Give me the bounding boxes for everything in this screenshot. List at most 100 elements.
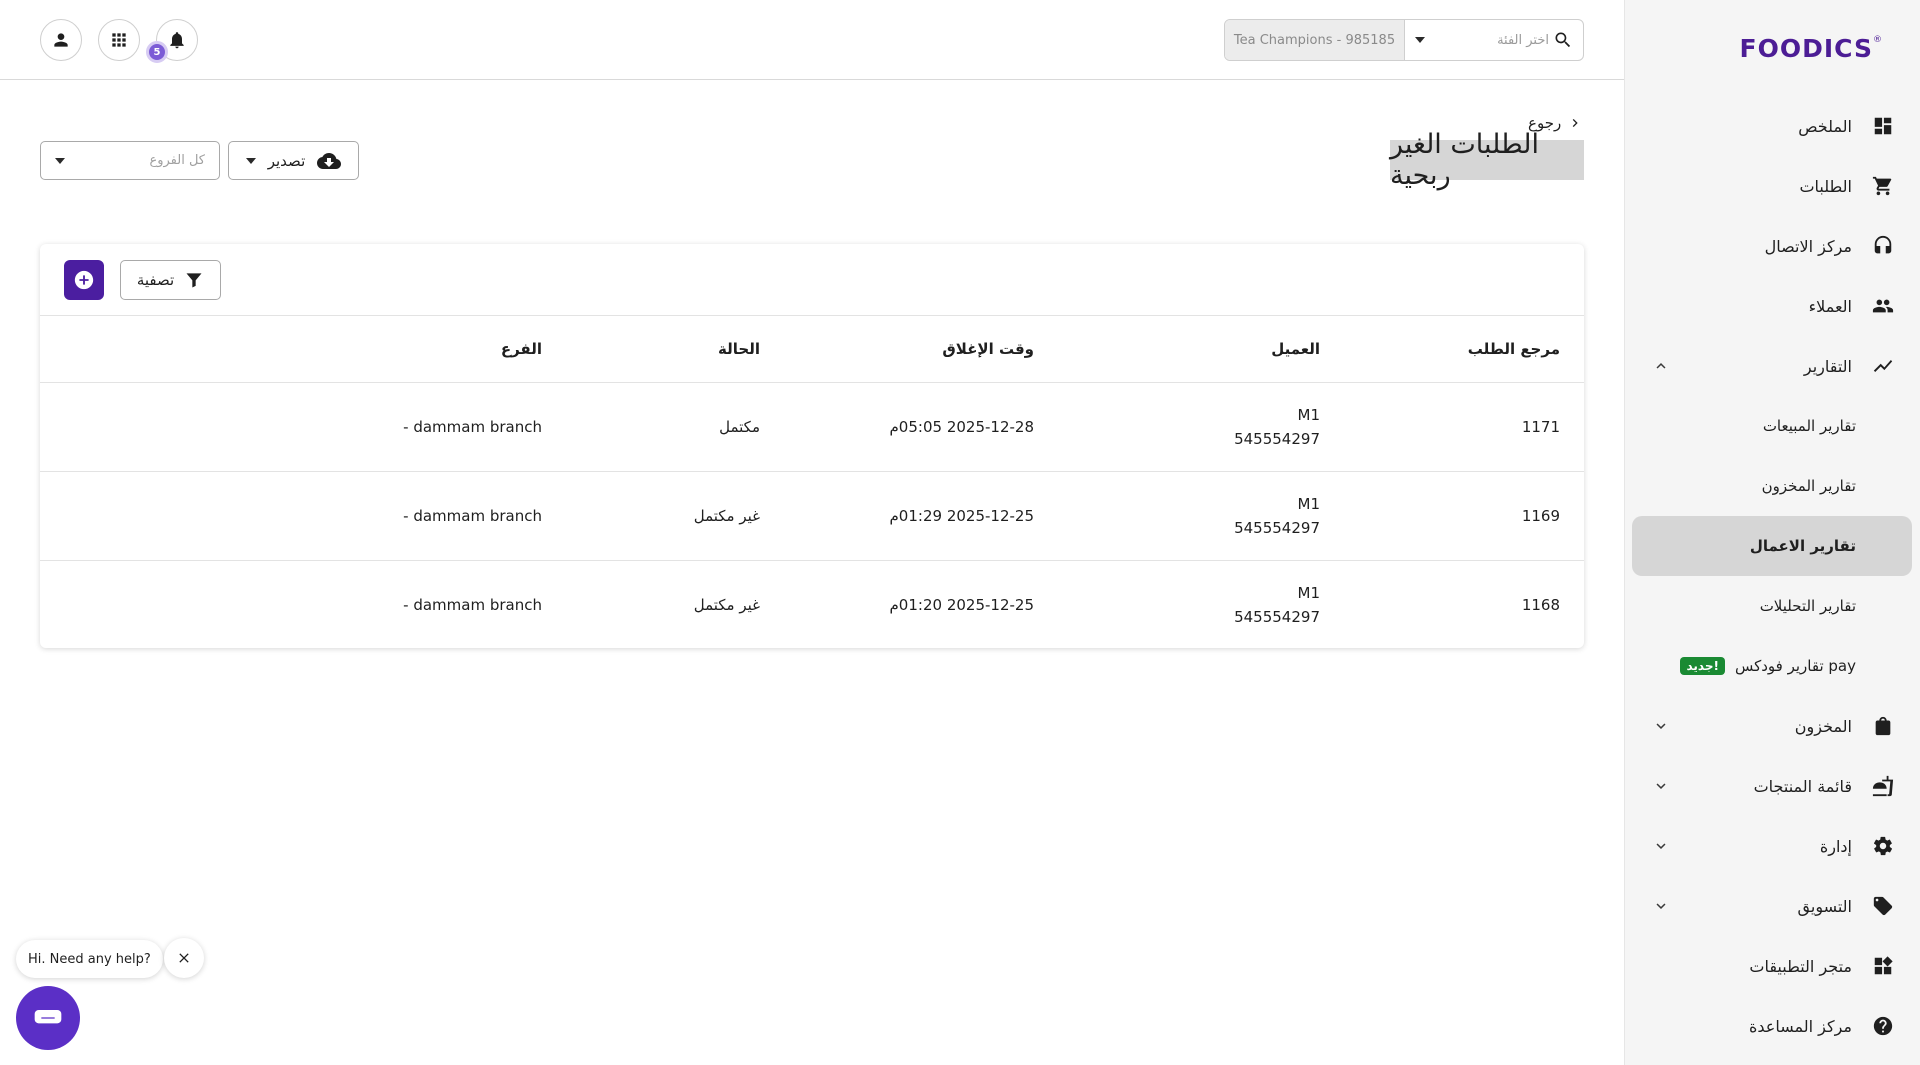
app-root: 5 Tea Champions - 985185 اختر الفئة رجوع… bbox=[0, 0, 1920, 1065]
filter-label: تصفية bbox=[136, 271, 175, 289]
sidebar-item-reports[interactable]: التقارير bbox=[1624, 336, 1920, 396]
tag-icon bbox=[1873, 896, 1893, 916]
table-row[interactable]: 1169 M1 545554297 2025-12-25 01:29م غير … bbox=[40, 471, 1584, 561]
chevron-down-icon bbox=[245, 157, 256, 164]
column-header-branch[interactable]: الفرع bbox=[40, 316, 542, 383]
gear-icon bbox=[1873, 836, 1893, 856]
customer-phone: 545554297 bbox=[1234, 518, 1320, 537]
cell-ref: 1171 bbox=[1320, 382, 1584, 472]
trend-icon bbox=[1873, 360, 1893, 372]
apps-grid-button[interactable] bbox=[98, 19, 140, 61]
sidebar-nav: الملخص الطلبات مركز الاتصال العملاء التق… bbox=[1624, 96, 1920, 1056]
chevron-down-icon bbox=[1656, 783, 1666, 789]
branch-value: Tea Champions - 985185 bbox=[1225, 20, 1405, 60]
sidebar-item-label: مركز الاتصال bbox=[1764, 236, 1852, 256]
table-row[interactable]: 1168 M1 545554297 2025-12-25 01:20م غير … bbox=[40, 560, 1584, 648]
cart-icon bbox=[1872, 176, 1892, 196]
sidebar-item-customers[interactable]: العملاء bbox=[1624, 276, 1920, 336]
sidebar: FOODICS® الملخص الطلبات مركز الاتصال الع… bbox=[1624, 0, 1920, 1065]
help-bubble[interactable]: Hi. Need any help? bbox=[16, 940, 163, 978]
category-placeholder: اختر الفئة bbox=[1497, 32, 1549, 48]
headset-icon bbox=[1874, 235, 1892, 254]
sidebar-item-label: قائمة المنتجات bbox=[1753, 776, 1852, 796]
sidebar-item-summary[interactable]: الملخص bbox=[1624, 96, 1920, 156]
cell-closed-at: 2025-12-25 01:20م bbox=[889, 595, 1035, 614]
chevron-down-icon bbox=[1656, 843, 1666, 849]
card-toolbar: تصفية bbox=[40, 244, 1584, 316]
sidebar-item-call-center[interactable]: مركز الاتصال bbox=[1624, 216, 1920, 276]
profile-button[interactable] bbox=[40, 19, 82, 61]
plus-circle-icon bbox=[74, 270, 94, 290]
category-select[interactable]: اختر الفئة bbox=[1405, 20, 1583, 60]
add-button[interactable] bbox=[64, 260, 104, 300]
bag-icon bbox=[1875, 716, 1891, 736]
cell-branch: dammam branch - bbox=[40, 382, 542, 472]
export-button[interactable]: تصدير bbox=[228, 141, 359, 180]
chevron-down-icon bbox=[1656, 903, 1666, 909]
help-icon bbox=[1873, 1016, 1893, 1036]
chevron-up-icon bbox=[1656, 363, 1666, 369]
table-header-row: مرجع الطلب العميل وقت الإغلاق الحالة الف… bbox=[40, 316, 1584, 383]
registered-mark: ® bbox=[1873, 34, 1883, 45]
sidebar-item-marketing[interactable]: التسويق bbox=[1624, 876, 1920, 936]
sidebar-subitem-analytics-reports[interactable]: تقارير التحليلات bbox=[1624, 576, 1920, 636]
close-icon bbox=[179, 953, 189, 963]
sidebar-item-menu[interactable]: قائمة المنتجات bbox=[1624, 756, 1920, 816]
branch-category-selector[interactable]: Tea Champions - 985185 اختر الفئة bbox=[1224, 19, 1584, 61]
cell-status: مكتمل bbox=[542, 382, 760, 472]
cell-customer: M1 545554297 bbox=[1034, 382, 1320, 472]
filter-icon bbox=[186, 273, 202, 288]
sidebar-item-orders[interactable]: الطلبات bbox=[1624, 156, 1920, 216]
sidebar-item-label: التسويق bbox=[1797, 896, 1852, 916]
sidebar-item-label: العملاء bbox=[1808, 296, 1852, 316]
sidebar-item-app-store[interactable]: متجر التطبيقات bbox=[1624, 936, 1920, 996]
cell-branch: dammam branch - bbox=[40, 471, 542, 561]
filter-button[interactable]: تصفية bbox=[120, 260, 221, 300]
cell-status: غير مكتمل bbox=[542, 471, 760, 561]
cell-branch: dammam branch - bbox=[403, 595, 542, 614]
menu-icon bbox=[1872, 775, 1894, 797]
grid-icon bbox=[112, 33, 126, 47]
table-row[interactable]: 1171 M1 545554297 2025-12-28 05:05م مكتم… bbox=[40, 382, 1584, 472]
sidebar-subitem-inventory-reports[interactable]: تقارير المخزون bbox=[1624, 456, 1920, 516]
sidebar-item-label: الملخص bbox=[1798, 116, 1852, 136]
sidebar-subitem-label: تقارير فودكس pay bbox=[1734, 657, 1856, 675]
cell-ref: 1169 bbox=[1320, 471, 1584, 561]
people-icon bbox=[1872, 299, 1894, 313]
branches-select[interactable]: كل الفروع bbox=[40, 141, 220, 180]
chevron-down-icon bbox=[1656, 723, 1666, 729]
cell-status: غير مكتمل bbox=[693, 595, 760, 614]
sidebar-subitem-pay-reports[interactable]: جديد! تقارير فودكس pay bbox=[1624, 636, 1920, 696]
apps-icon bbox=[1874, 956, 1893, 975]
export-label: تصدير bbox=[267, 151, 306, 170]
sidebar-item-help-center[interactable]: مركز المساعدة bbox=[1624, 996, 1920, 1056]
sidebar-item-label: إدارة bbox=[1819, 836, 1852, 856]
sidebar-item-inventory[interactable]: المخزون bbox=[1624, 696, 1920, 756]
column-header-ref[interactable]: مرجع الطلب bbox=[1320, 316, 1584, 383]
chevron-down-icon bbox=[55, 157, 65, 164]
customer-phone: 545554297 bbox=[1234, 607, 1320, 626]
logo-text: FOODICS bbox=[1739, 34, 1873, 63]
cell-closed-at: 2025-12-28 05:05م bbox=[760, 382, 1034, 472]
help-close-button[interactable] bbox=[164, 938, 204, 978]
sidebar-subitem-business-reports[interactable]: تقارير الاعمال bbox=[1632, 516, 1912, 576]
new-badge: جديد! bbox=[1680, 657, 1725, 675]
page-title: الطلبات الغير ربحية bbox=[1390, 129, 1584, 191]
sidebar-item-label: التقارير bbox=[1803, 356, 1852, 376]
column-header-status[interactable]: الحالة bbox=[542, 316, 760, 383]
column-header-closed-at[interactable]: وقت الإغلاق bbox=[760, 316, 1034, 383]
sidebar-item-label: المخزون bbox=[1794, 716, 1852, 736]
chevron-down-icon bbox=[1415, 37, 1425, 43]
sidebar-item-management[interactable]: إدارة bbox=[1624, 816, 1920, 876]
branches-placeholder: كل الفروع bbox=[149, 153, 205, 168]
sidebar-item-label: الطلبات bbox=[1799, 176, 1852, 196]
sidebar-subitem-sales-reports[interactable]: تقارير المبيعات bbox=[1624, 396, 1920, 456]
column-header-customer[interactable]: العميل bbox=[1034, 316, 1320, 383]
orders-table: مرجع الطلب العميل وقت الإغلاق الحالة الف… bbox=[40, 316, 1584, 648]
chat-launcher-button[interactable] bbox=[16, 986, 80, 1050]
foodics-logo[interactable]: FOODICS® bbox=[1740, 34, 1883, 63]
search-icon bbox=[1555, 32, 1571, 48]
sidebar-item-label: متجر التطبيقات bbox=[1749, 956, 1852, 976]
orders-card: تصفية مرجع الطلب العميل وقت الإغلاق الحا… bbox=[40, 244, 1584, 648]
top-header: 5 Tea Champions - 985185 اختر الفئة bbox=[0, 0, 1624, 80]
